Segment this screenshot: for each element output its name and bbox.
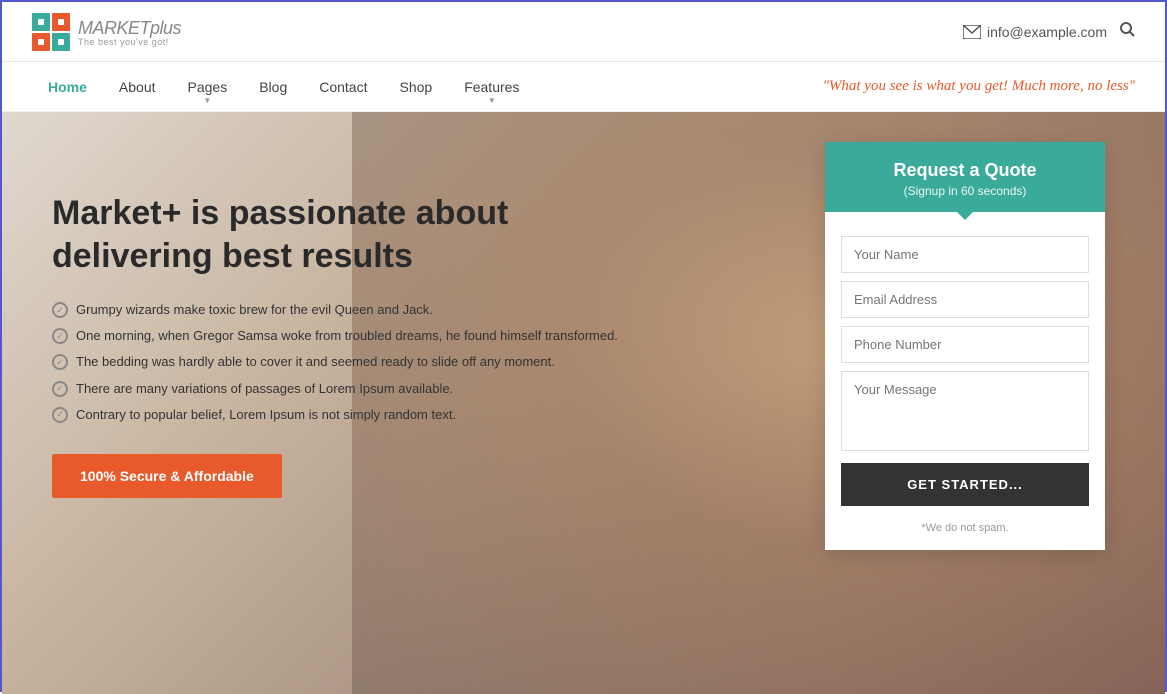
list-item-text-1: Grumpy wizards make toxic brew for the e… (76, 301, 433, 319)
no-spam-note: *We do not spam. (841, 522, 1089, 534)
hero-content: Market+ is passionate about delivering b… (2, 112, 662, 538)
list-item-text-2: One morning, when Gregor Samsa woke from… (76, 327, 618, 345)
search-button[interactable] (1119, 21, 1135, 42)
email-area: info@example.com (963, 24, 1107, 40)
nav-link-contact[interactable]: Contact (303, 63, 383, 111)
check-icon-5 (52, 407, 68, 423)
nav-tagline: "What you see is what you get! Much more… (823, 78, 1135, 95)
top-right-area: info@example.com (963, 21, 1135, 42)
nav-item-about[interactable]: About (103, 63, 172, 111)
logo-icon (32, 13, 70, 51)
email-text: info@example.com (987, 24, 1107, 40)
logo-suffix: plus (150, 18, 181, 38)
top-bar: MARKETplus The best you've got! info@exa… (2, 2, 1165, 62)
list-item: The bedding was hardly able to cover it … (52, 353, 622, 371)
nav-item-pages[interactable]: Pages ▼ (172, 63, 244, 111)
nav-item-features[interactable]: Features ▼ (448, 63, 535, 111)
list-item-text-5: Contrary to popular belief, Lorem Ipsum … (76, 406, 456, 424)
nav-item-contact[interactable]: Contact (303, 63, 383, 111)
message-input[interactable] (841, 371, 1089, 451)
quote-form-title: Request a Quote (841, 160, 1089, 181)
check-icon-3 (52, 354, 68, 370)
email-icon (963, 25, 981, 39)
nav-item-shop[interactable]: Shop (383, 63, 448, 111)
list-item: Grumpy wizards make toxic brew for the e… (52, 301, 622, 319)
nav-item-home[interactable]: Home (32, 63, 103, 111)
features-dropdown-arrow: ▼ (488, 96, 496, 105)
list-item: One morning, when Gregor Samsa woke from… (52, 327, 622, 345)
hero-headline: Market+ is passionate about delivering b… (52, 192, 622, 277)
phone-input[interactable] (841, 326, 1089, 363)
check-icon-1 (52, 302, 68, 318)
list-item: Contrary to popular belief, Lorem Ipsum … (52, 406, 622, 424)
logo: MARKETplus The best you've got! (32, 13, 181, 51)
nav-link-blog[interactable]: Blog (243, 63, 303, 111)
name-input[interactable] (841, 236, 1089, 273)
nav-bar: Home About Pages ▼ Blog Contact Shop Fea… (2, 62, 1165, 112)
pages-dropdown-arrow: ▼ (203, 96, 211, 105)
nav-links: Home About Pages ▼ Blog Contact Shop Fea… (32, 63, 535, 111)
nav-link-home[interactable]: Home (32, 63, 103, 111)
nav-link-about[interactable]: About (103, 63, 172, 111)
list-item: There are many variations of passages of… (52, 380, 622, 398)
quote-form: Request a Quote (Signup in 60 seconds) G… (825, 142, 1105, 550)
get-started-button[interactable]: GET STARTED... (841, 463, 1089, 506)
nav-link-shop[interactable]: Shop (383, 63, 448, 111)
check-icon-2 (52, 328, 68, 344)
list-item-text-4: There are many variations of passages of… (76, 380, 453, 398)
hero-section: Market+ is passionate about delivering b… (2, 112, 1165, 694)
logo-brand: MARKET (78, 18, 150, 38)
quote-form-subtitle: (Signup in 60 seconds) (841, 184, 1089, 198)
nav-item-blog[interactable]: Blog (243, 63, 303, 111)
logo-text: MARKETplus The best you've got! (78, 16, 181, 47)
quote-form-body: GET STARTED... *We do not spam. (825, 212, 1105, 550)
check-icon-4 (52, 381, 68, 397)
quote-form-header: Request a Quote (Signup in 60 seconds) (825, 142, 1105, 212)
search-icon (1119, 21, 1135, 37)
hero-cta-button[interactable]: 100% Secure & Affordable (52, 454, 282, 498)
logo-main-text: MARKETplus (78, 16, 181, 38)
list-item-text-3: The bedding was hardly able to cover it … (76, 353, 555, 371)
hero-list: Grumpy wizards make toxic brew for the e… (52, 301, 622, 424)
email-input[interactable] (841, 281, 1089, 318)
logo-subtitle: The best you've got! (78, 38, 181, 47)
